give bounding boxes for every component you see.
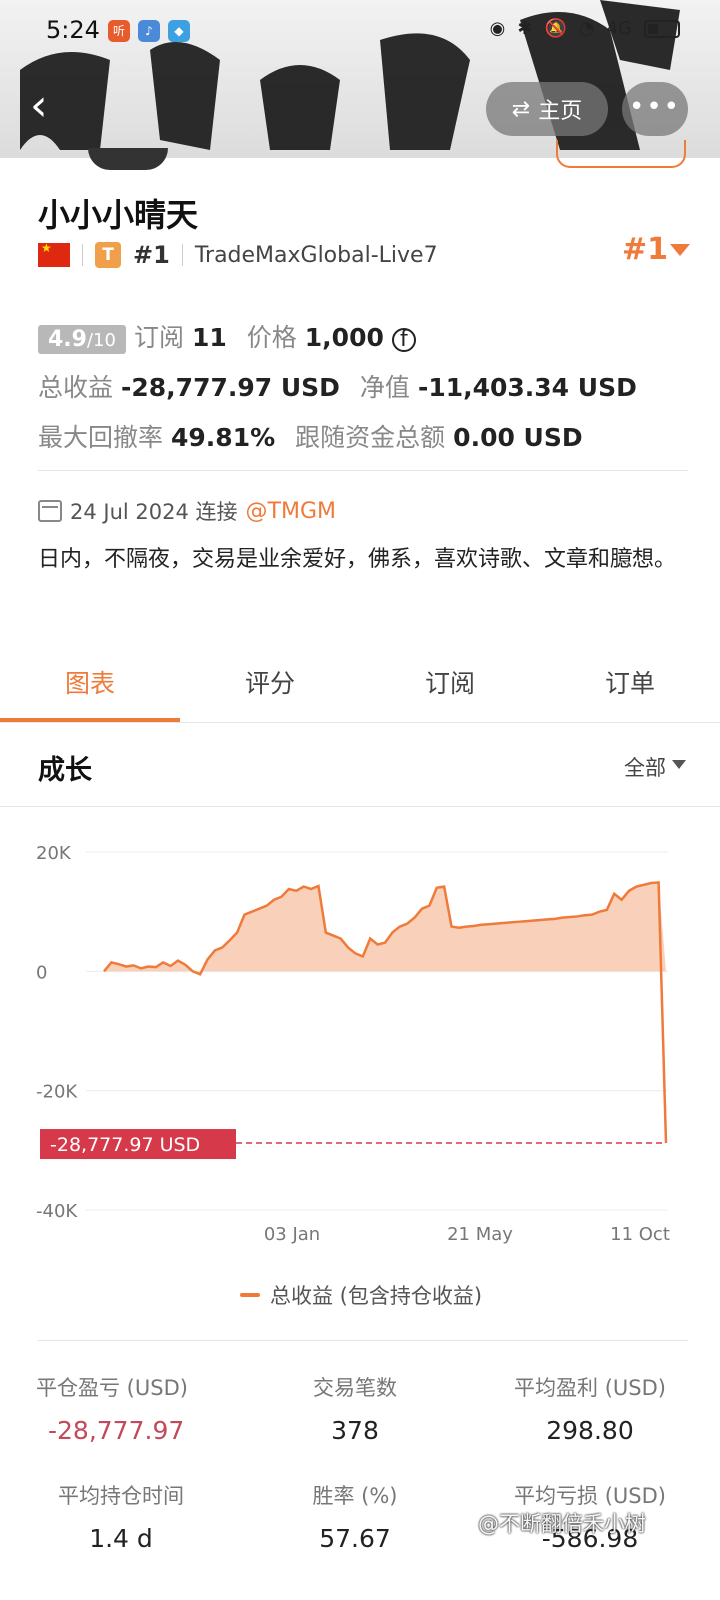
status-time: 5:24 [46, 16, 100, 44]
section-title: 成长 [38, 755, 92, 786]
win-rate-stat: 胜率 (%) 57.67 [270, 1480, 440, 1553]
home-button[interactable]: ⇄ 主页 [486, 82, 608, 136]
max-drawdown-label: 最大回撤率 [38, 423, 164, 452]
status-bar: 5:24 听 ♪ ◆ ◉ ✱ 🔕 ◔ 4G [0, 0, 720, 62]
divider [82, 244, 83, 266]
avatar[interactable] [88, 148, 168, 170]
watermark: @不断翻倍禾小树 [478, 1512, 646, 1536]
profile-banner: 5:24 听 ♪ ◆ ◉ ✱ 🔕 ◔ 4G ‹ ⇄ 主页 ••• [0, 0, 720, 158]
stat-label: 平均持仓时间 [58, 1484, 184, 1508]
stat-value: 57.67 [319, 1524, 391, 1553]
equity-value: -11,403.34 USD [417, 373, 637, 402]
tab-rating[interactable]: 评分 [180, 650, 360, 722]
rank-dropdown[interactable]: #1 [622, 232, 668, 267]
trader-name: 小小小晴天 [38, 196, 199, 234]
x-tick-label: 03 Jan [264, 1224, 320, 1245]
x-tick-label: 11 Oct [610, 1224, 670, 1245]
chart-legend: 总收益 (包含持仓收益) [240, 1280, 482, 1310]
avg-profit-stat: 平均盈利 (USD) 298.80 [500, 1372, 680, 1445]
x-tick-label: 21 May [447, 1224, 513, 1245]
stat-value: 298.80 [546, 1416, 634, 1445]
total-profit-value: -28,777.97 USD [121, 373, 340, 402]
follow-funds-label: 跟随资金总额 [295, 423, 446, 452]
divider [38, 1340, 688, 1341]
closed-pnl-stat: 平仓盈亏 (USD) -28,777.97 [36, 1372, 206, 1445]
total-profit-label: 总收益 [38, 373, 114, 402]
y-tick-label: 0 [36, 962, 47, 983]
browser-app-icon: ◆ [168, 20, 190, 42]
coin-icon: f [391, 328, 416, 352]
broker-link[interactable]: @TMGM [246, 499, 336, 524]
trade-count-stat: 交易笔数 378 [270, 1372, 440, 1445]
wifi-icon: ◔ [578, 18, 595, 39]
tab-chart[interactable]: 图表 [0, 650, 180, 722]
legend-label: 总收益 (包含持仓收益) [270, 1284, 483, 1308]
stat-label: 平均亏损 (USD) [514, 1484, 666, 1508]
caret-down-icon[interactable] [670, 244, 690, 256]
y-tick-label: 20K [36, 843, 72, 864]
trader-bio: 日内，不隔夜，交易是业余爱好，佛系，喜欢诗歌、文章和臆想。 [38, 547, 677, 572]
tab-subscriptions[interactable]: 订阅 [360, 650, 540, 722]
follow-button[interactable] [556, 140, 686, 168]
home-label: 主页 [538, 99, 583, 124]
ting-app-icon: 听 [108, 20, 130, 42]
growth-chart: 20K 0 -20K -40K -28,777.97 USD 03 Jan 21 May 11… [36, 843, 670, 1245]
battery-icon [644, 19, 680, 38]
eye-icon: ◉ [489, 18, 506, 39]
music-app-icon: ♪ [138, 20, 160, 42]
rating-row: 4.9/10 订阅 11 价格 1,000 f [38, 318, 416, 354]
caret-down-icon[interactable] [672, 760, 686, 769]
divider [38, 470, 688, 471]
follow-funds-value: 0.00 USD [453, 423, 583, 452]
trader-meta-row: T #1 TradeMaxGlobal-Live7 [38, 240, 438, 270]
profit-row: 总收益 -28,777.97 USD 净值 -11,403.34 USD [38, 368, 637, 404]
more-options-button[interactable]: ••• [622, 82, 688, 136]
stat-value: -28,777.97 [48, 1416, 185, 1445]
rank-label: #1 [133, 241, 170, 269]
subscribe-label: 订阅 [133, 323, 184, 352]
legend-swatch [240, 1293, 260, 1297]
divider [181, 244, 183, 266]
swap-icon: ⇄ [511, 96, 531, 122]
stat-label: 平均盈利 (USD) [514, 1376, 666, 1400]
range-select[interactable]: 全部 [624, 752, 666, 782]
current-value-label: -28,777.97 USD [50, 1134, 200, 1156]
series-area [104, 882, 666, 975]
mute-icon: 🔕 [544, 18, 567, 39]
back-button[interactable]: ‹ [30, 84, 70, 130]
drawdown-row: 最大回撤率 49.81% 跟随资金总额 0.00 USD [38, 418, 583, 454]
avg-hold-time-stat: 平均持仓时间 1.4 d [36, 1480, 206, 1553]
price-label: 价格 [246, 323, 297, 352]
stat-value: 378 [331, 1416, 379, 1445]
trader-badge-icon: T [95, 242, 121, 268]
server-name: TradeMaxGlobal-Live7 [194, 242, 438, 268]
tab-orders[interactable]: 订单 [540, 650, 720, 722]
score-badge: 4.9/10 [38, 325, 126, 354]
stat-label: 平仓盈亏 (USD) [36, 1376, 188, 1400]
y-tick-label: -20K [36, 1082, 78, 1103]
profile-tabs: 图表 评分 订阅 订单 [0, 650, 720, 722]
calendar-icon [38, 500, 62, 522]
stat-label: 交易笔数 [313, 1376, 397, 1400]
y-tick-label: -40K [36, 1201, 78, 1222]
divider [0, 806, 720, 807]
price-value: 1,000 [304, 323, 384, 352]
joined-row: 24 Jul 2024 连接 @TMGM [38, 496, 336, 526]
stat-label: 胜率 (%) [312, 1484, 398, 1508]
bluetooth-icon: ✱ [517, 18, 533, 39]
joined-date: 24 Jul 2024 连接 [70, 500, 238, 524]
max-drawdown-value: 49.81% [171, 423, 276, 452]
status-icons: ◉ ✱ 🔕 ◔ 4G [490, 18, 680, 39]
china-flag-icon [38, 241, 70, 267]
divider [0, 722, 720, 723]
subscribe-count: 11 [191, 323, 227, 352]
signal-icon: 4G [606, 18, 632, 39]
equity-label: 净值 [359, 373, 410, 402]
stat-value: 1.4 d [89, 1524, 153, 1553]
